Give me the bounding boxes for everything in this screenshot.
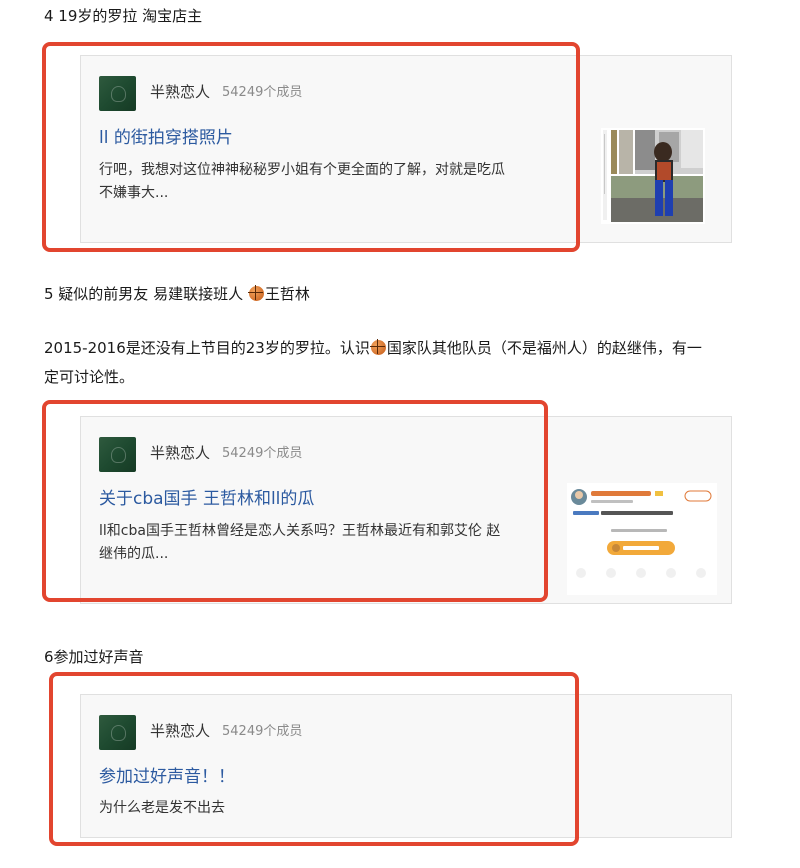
post-description-line: 继伟的瓜... — [99, 546, 169, 562]
post-thumbnail[interactable] — [567, 483, 717, 595]
post-title[interactable]: 关于cba国手 王哲林和ll的瓜 — [99, 487, 314, 511]
group-name[interactable]: 半熟恋人 — [150, 443, 210, 463]
post-card-2[interactable]: 半熟恋人 54249个成员 关于cba国手 王哲林和ll的瓜 ll和cba国手王… — [80, 416, 732, 604]
street-photo-image — [601, 128, 705, 224]
section-5-paragraph: 2015-2016是还没有上节目的23岁的罗拉。认识 国家队其他队员（不是福州人）… — [44, 334, 769, 392]
section-5-heading-text: 5 疑似的前男友 易建联接班人 — [44, 285, 244, 303]
member-count: 54249个成员 — [222, 85, 303, 100]
post-description: 行吧，我想对这位神神秘秘罗小姐有个更全面的了解，对就是吃瓜 不嫌事大... — [99, 159, 569, 205]
post-description: ll和cba国手王哲林曾经是恋人关系吗？王哲林最近有和郭艾伦 赵 继伟的瓜... — [99, 520, 569, 566]
section-6-heading: 6参加过好声音 — [44, 648, 144, 666]
post-description: 为什么老是发不出去 — [99, 797, 569, 820]
member-count: 54249个成员 — [222, 446, 303, 461]
group-name[interactable]: 半熟恋人 — [150, 82, 210, 102]
section-5-heading-name: 王哲林 — [264, 285, 310, 303]
basketball-icon — [369, 339, 386, 355]
section-4-heading: 4 19岁的罗拉 淘宝店主 — [44, 7, 203, 25]
group-avatar[interactable] — [99, 437, 136, 472]
basketball-icon — [247, 285, 264, 301]
paragraph-text: 2015-2016是还没有上节目的23岁的罗拉。认识 — [44, 339, 370, 357]
post-card-3[interactable]: 半熟恋人 54249个成员 参加过好声音！！ 为什么老是发不出去 — [80, 694, 732, 838]
post-title[interactable]: ll 的街拍穿搭照片 — [99, 126, 233, 150]
paragraph-text: 定可讨论性。 — [44, 368, 135, 386]
group-avatar[interactable] — [99, 715, 136, 750]
paragraph-text: 国家队其他队员（不是福州人）的赵继伟，有一 — [386, 339, 702, 357]
group-avatar[interactable] — [99, 76, 136, 111]
post-thumbnail[interactable] — [601, 128, 705, 224]
member-count: 54249个成员 — [222, 724, 303, 739]
post-description-line: ll和cba国手王哲林曾经是恋人关系吗？王哲林最近有和郭艾伦 赵 — [99, 523, 501, 539]
post-card-1[interactable]: 半熟恋人 54249个成员 ll 的街拍穿搭照片 行吧，我想对这位神神秘秘罗小姐… — [80, 55, 732, 243]
post-description-line: 不嫌事大... — [99, 185, 169, 201]
post-description-line: 行吧，我想对这位神神秘秘罗小姐有个更全面的了解，对就是吃瓜 — [99, 162, 505, 178]
post-description-line: 为什么老是发不出去 — [99, 800, 225, 816]
post-title[interactable]: 参加过好声音！！ — [99, 765, 235, 789]
group-name[interactable]: 半熟恋人 — [150, 721, 210, 741]
section-5-heading: 5 疑似的前男友 易建联接班人 王哲林 — [44, 280, 769, 309]
weibo-screenshot-image — [567, 483, 717, 595]
